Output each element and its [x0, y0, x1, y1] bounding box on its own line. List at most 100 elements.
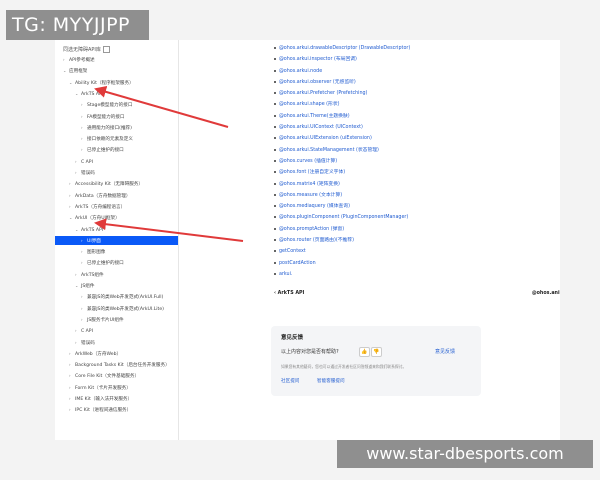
api-link-list: @ohos.arkui.drawableDescriptor (Drawable… — [274, 43, 410, 280]
sidebar-item-label: 接口依赖的元素及定义 — [87, 137, 133, 143]
sidebar-item-label: Ability Kit（程序框架服务） — [75, 80, 134, 86]
sidebar-item-label: 通用能力的接口(推荐) — [87, 125, 132, 131]
sidebar-item[interactable]: › 兼容JS的类Web开发范式(ArkUI.Full) — [55, 292, 178, 301]
sidebar-item-label: Background Tasks Kit（后台任务开发服务） — [75, 363, 170, 369]
sidebar-item-label: 已停止维护的接口 — [87, 261, 124, 267]
sidebar-item[interactable]: ⌄ ArkTS API — [55, 89, 178, 98]
sidebar-item[interactable]: ⌄ 应用框架 — [55, 66, 178, 75]
thumbs-down-icon[interactable]: 👎 — [371, 347, 382, 357]
sidebar-item[interactable]: › ArkWeb（方舟Web） — [55, 349, 178, 358]
sidebar-item-label: 错误码 — [81, 171, 95, 176]
sidebar-item-label: Accessibility Kit（无障碍服务） — [75, 182, 143, 188]
api-link[interactable]: @ohos.arkui.UIContext (UIContext) — [274, 122, 410, 133]
thumbs-up-icon[interactable]: 👍 — [359, 347, 370, 357]
sidebar-item-label: ArkWeb（方舟Web） — [75, 351, 122, 357]
sidebar-item[interactable]: › Background Tasks Kit（后台任务开发服务） — [55, 360, 178, 369]
sidebar-item[interactable]: › 错误码 — [55, 168, 178, 177]
prev-page-link[interactable]: ‹ ArkTS API — [274, 289, 304, 299]
api-link[interactable]: @ohos.matrix4 (矩阵变换) — [274, 179, 410, 190]
api-link[interactable]: @ohos.arkui.StateManagement (状态管理) — [274, 145, 410, 156]
sidebar-item-label: 兼容JS的类Web开发范式(ArkUI.Lite) — [87, 306, 164, 312]
sidebar-item-label: Form Kit（卡片开发服务） — [75, 385, 131, 391]
sidebar-item-label: 图形图像 — [87, 250, 106, 256]
feedback-question: 以上内容对您是否有帮助? — [281, 349, 339, 355]
sidebar-item[interactable]: › Core File Kit（文件基础服务） — [55, 371, 178, 380]
sidebar-item-label: Stage模型能力的接口 — [87, 103, 133, 109]
sidebar-item[interactable]: › 接口依赖的元素及定义 — [55, 134, 178, 143]
sidebar-item-label: API参考概述 — [69, 58, 95, 63]
sidebar-item[interactable]: › UI界面 — [55, 235, 178, 245]
api-link[interactable]: postCardAction — [274, 258, 410, 269]
filter-checkbox[interactable] — [102, 46, 110, 53]
api-link[interactable]: @ohos.arkui.observer (无感监听) — [274, 77, 410, 88]
feedback-note: 如果您有其他疑问，您也可以通过开发者社区问答频道来和我们联系探讨。 — [281, 364, 407, 369]
api-link[interactable]: @ohos.arkui.drawableDescriptor (Drawable… — [274, 43, 410, 54]
sidebar-item-label: IPC Kit（进程间通信服务） — [75, 408, 132, 414]
sidebar-item[interactable]: ⌄ Ability Kit（程序框架服务） — [55, 78, 178, 87]
api-link[interactable]: getContext — [274, 246, 410, 257]
sidebar-item[interactable]: › FA模型能力的接口 — [55, 112, 178, 121]
sidebar-item[interactable]: › 已停止维护的接口 — [55, 145, 178, 154]
sidebar-item[interactable]: › Stage模型能力的接口 — [55, 100, 178, 109]
next-page-link[interactable]: @ohos.anir — [532, 289, 560, 299]
sidebar-item-label: ArkData（方舟数据管理） — [75, 193, 131, 199]
api-link[interactable]: @ohos.router (页面路由)(不推荐) — [274, 235, 410, 246]
main-content: @ohos.arkui.drawableDescriptor (Drawable… — [178, 40, 560, 440]
sidebar-item[interactable]: › IME Kit（输入法开发服务） — [55, 394, 178, 403]
sidebar-item[interactable]: › API参考概述 — [55, 55, 178, 64]
sidebar-item-label: JS服务卡片UI组件 — [87, 317, 124, 323]
api-link[interactable]: @ohos.arkui.shape (形状) — [274, 99, 410, 110]
watermark-top: TG: MYYJJPP — [6, 10, 149, 40]
sidebar-item[interactable]: › ArkTS组件 — [55, 270, 178, 279]
sidebar-item[interactable]: › C API — [55, 157, 178, 166]
community-question-link[interactable]: 社区提问 — [281, 378, 299, 384]
sidebar-item[interactable]: › ArkTS（方舟编程语言） — [55, 202, 178, 211]
api-link[interactable]: @ohos.arkui.Theme(主题换肤) — [274, 111, 410, 122]
api-link[interactable]: @ohos.mediaquery (媒体查询) — [274, 201, 410, 212]
sidebar-item-label: 已停止维护的接口 — [87, 148, 124, 154]
api-link[interactable]: @ohos.promptAction (弹窗) — [274, 224, 410, 235]
sidebar-filter-label: 同选无障碍API库 — [63, 47, 101, 53]
sidebar-item[interactable]: › ArkData（方舟数据管理） — [55, 191, 178, 200]
sidebar-item[interactable]: ⌄ JS组件 — [55, 281, 178, 290]
api-link[interactable]: @ohos.pluginComponent (PluginComponentMa… — [274, 212, 410, 223]
api-link[interactable]: @ohos.arkui.inspector (布局回调) — [274, 54, 410, 65]
sidebar-item[interactable]: › IPC Kit（进程间通信服务） — [55, 405, 178, 414]
sidebar-item-label: 兼容JS的类Web开发范式(ArkUI.Full) — [87, 295, 164, 301]
sidebar-item[interactable]: › JS服务卡片UI组件 — [55, 315, 178, 324]
sidebar-item[interactable]: › C API — [55, 326, 178, 335]
sidebar-item[interactable]: › Form Kit（卡片开发服务） — [55, 383, 178, 392]
sidebar-item-label: C API — [81, 159, 93, 165]
sidebar-item-label: ArkTS（方舟编程语言） — [75, 204, 126, 210]
sidebar-item-label: ArkTS组件 — [81, 272, 104, 278]
page-nav: ‹ ArkTS API @ohos.anir — [274, 289, 560, 299]
api-link[interactable]: arkui. — [274, 269, 410, 280]
api-link[interactable]: @ohos.arkui.node — [274, 66, 410, 77]
sidebar-filter[interactable]: 同选无障碍API库 — [63, 46, 110, 53]
feedback-title: 意见反馈 — [281, 335, 304, 341]
ai-support-link[interactable]: 智能客服提问 — [317, 378, 345, 384]
sidebar-item-label: ArkTS API — [81, 91, 104, 97]
sidebar-item[interactable]: › 通用能力的接口(推荐) — [55, 123, 178, 132]
api-link[interactable]: @ohos.arkui.Prefetcher (Prefetching) — [274, 88, 410, 99]
sidebar: 同选无障碍API库 › API参考概述 ⌄ 应用框架 ⌄ Ability Kit（程序框架… — [55, 40, 179, 440]
sidebar-item-label: Core File Kit（文件基础服务） — [75, 374, 140, 380]
sidebar-item-label: ArkTS API — [81, 227, 104, 233]
sidebar-item-label: JS组件 — [81, 284, 95, 289]
sidebar-item[interactable]: ⌄ ArkUI（方舟UI框架） — [55, 213, 178, 222]
sidebar-item[interactable]: › 兼容JS的类Web开发范式(ArkUI.Lite) — [55, 304, 178, 313]
sidebar-item[interactable]: › 已停止维护的接口 — [55, 258, 178, 267]
sidebar-item-label: 错误码 — [81, 340, 95, 346]
api-link[interactable]: @ohos.arkui.UIExtension (uiExtension) — [274, 133, 410, 144]
sidebar-item[interactable]: ⌄ ArkTS API — [55, 225, 178, 234]
feedback-suggest-link[interactable]: 意见反馈 — [435, 348, 455, 355]
sidebar-item[interactable]: › 图形图像 — [55, 247, 178, 256]
sidebar-item[interactable]: › Accessibility Kit（无障碍服务） — [55, 179, 178, 188]
sidebar-item-label: FA模型能力的接口 — [87, 114, 125, 120]
sidebar-item-label: ArkUI（方舟UI框架） — [75, 216, 120, 222]
api-link[interactable]: @ohos.font (注册自定义字体) — [274, 167, 410, 178]
api-link[interactable]: @ohos.curves (插值计算) — [274, 156, 410, 167]
sidebar-item[interactable]: › 错误码 — [55, 338, 178, 347]
feedback-box: 意见反馈 以上内容对您是否有帮助? 👍 👎 意见反馈 如果您有其他疑问，您也可以… — [271, 326, 481, 396]
api-link[interactable]: @ohos.measure (文本计算) — [274, 190, 410, 201]
